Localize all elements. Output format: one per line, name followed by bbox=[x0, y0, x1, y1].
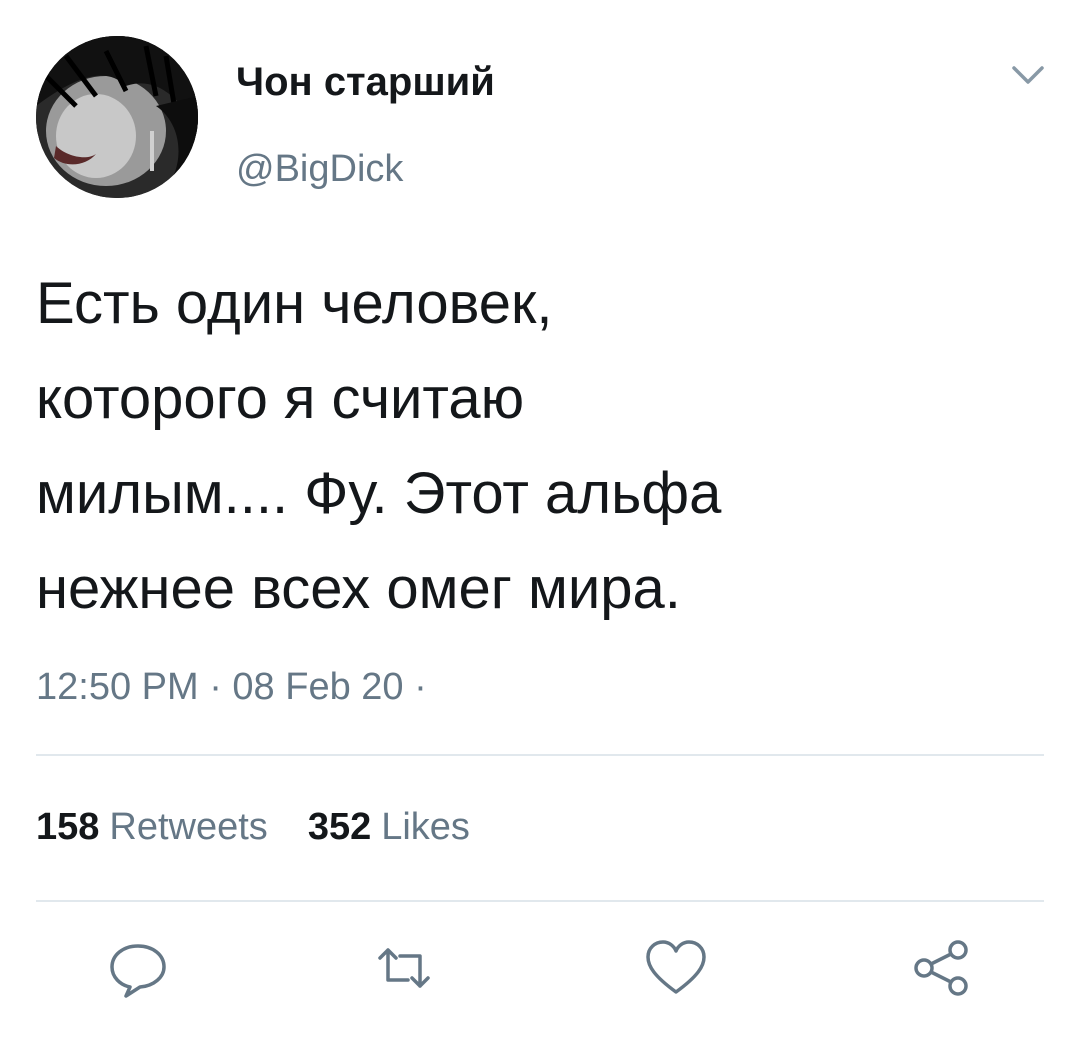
retweet-button[interactable] bbox=[372, 936, 436, 1000]
reply-button[interactable] bbox=[106, 936, 170, 1000]
heart-icon bbox=[646, 940, 706, 994]
share-icon bbox=[914, 940, 968, 996]
tweet-stats: 158 Retweets 352 Likes bbox=[36, 806, 470, 849]
display-name[interactable]: Чон старший bbox=[236, 60, 495, 105]
tweet-timestamp: 12:50 PM · 08 Feb 20 · bbox=[36, 666, 427, 708]
chevron-down-icon[interactable] bbox=[1010, 62, 1046, 90]
retweets-stat[interactable]: 158 Retweets bbox=[36, 806, 268, 849]
retweets-count: 158 bbox=[36, 806, 100, 848]
retweets-label: Retweets bbox=[109, 806, 268, 848]
likes-stat[interactable]: 352 Likes bbox=[308, 806, 470, 849]
user-handle[interactable]: @BigDick bbox=[236, 148, 403, 191]
likes-label: Likes bbox=[381, 806, 470, 848]
avatar[interactable] bbox=[36, 36, 198, 198]
divider bbox=[36, 900, 1044, 902]
divider bbox=[36, 754, 1044, 756]
share-button[interactable] bbox=[910, 936, 974, 1000]
retweet-icon bbox=[378, 948, 430, 988]
reply-icon bbox=[110, 944, 166, 998]
likes-count: 352 bbox=[307, 806, 372, 848]
avatar-photo bbox=[36, 36, 198, 198]
tweet-text: Есть один человек, которого я считаю мил… bbox=[36, 271, 722, 621]
like-button[interactable] bbox=[644, 936, 708, 1000]
